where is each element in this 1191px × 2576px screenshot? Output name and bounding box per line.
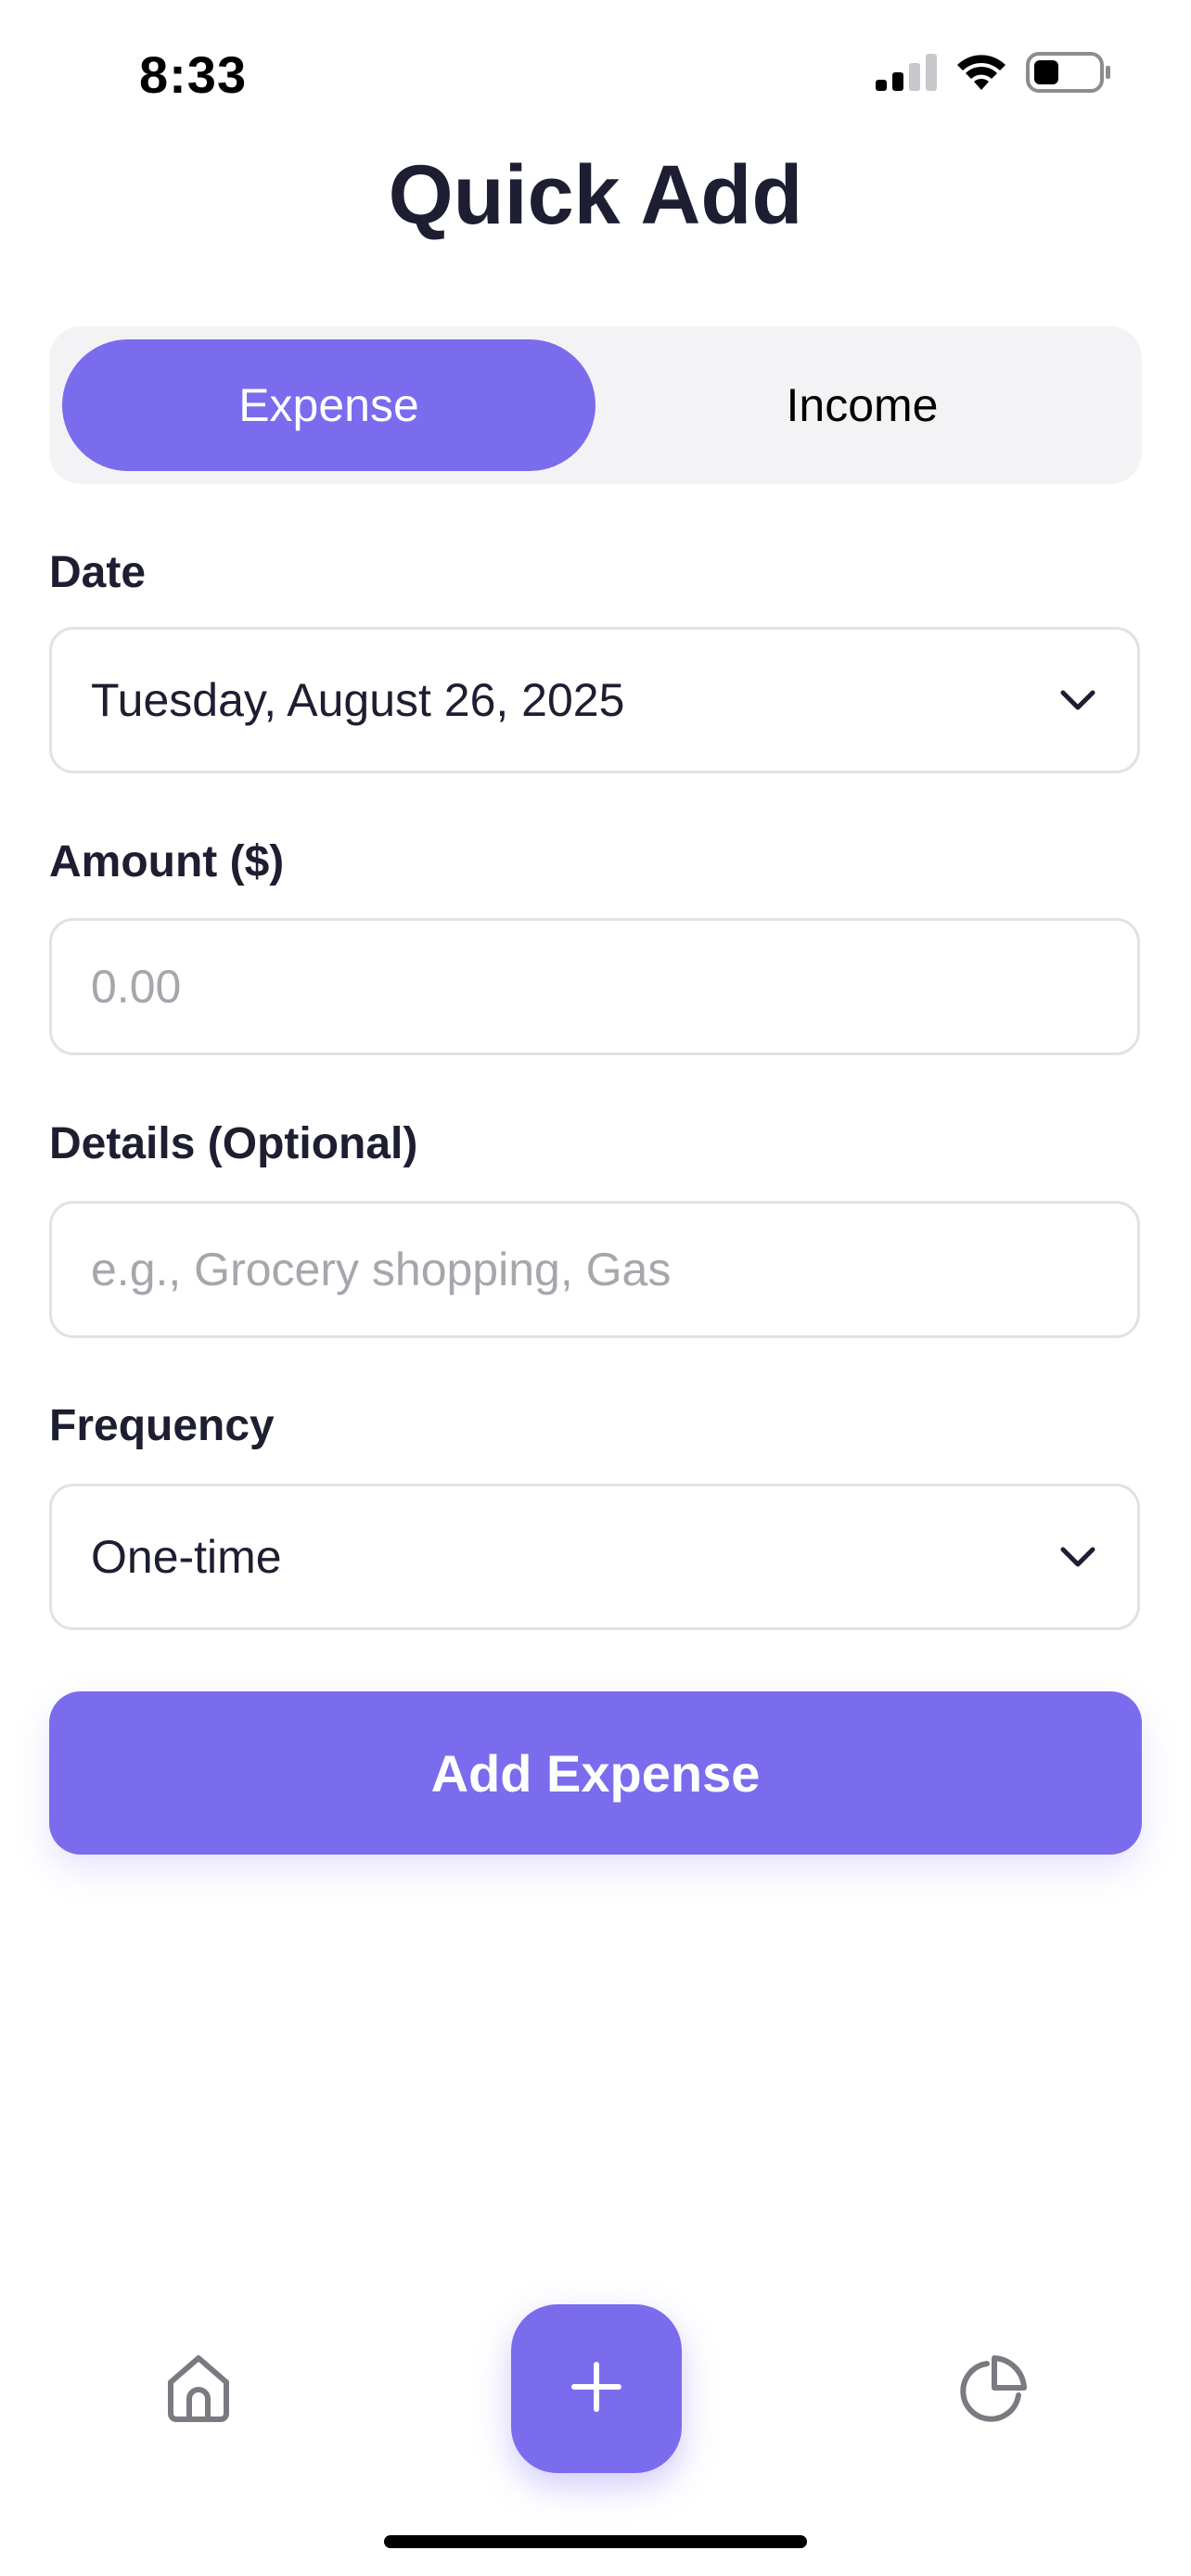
amount-placeholder: 0.00 [91,961,182,1013]
details-field[interactable]: e.g., Grocery shopping, Gas [49,1201,1140,1338]
amount-label: Amount ($) [49,837,285,886]
details-placeholder: e.g., Grocery shopping, Gas [91,1243,672,1295]
status-time: 8:33 [139,45,248,104]
segment-income[interactable]: Income [596,339,1129,471]
page-title: Quick Add [388,149,803,242]
plus-icon [569,2359,624,2419]
chevron-down-icon [1057,1537,1098,1577]
details-label: Details (Optional) [49,1119,418,1168]
type-segmented-control: Expense Income [49,326,1142,484]
status-icons [876,52,1111,97]
frequency-label: Frequency [49,1401,275,1450]
tab-reports[interactable] [955,2353,1030,2427]
frequency-select[interactable]: One-time [49,1484,1140,1630]
wifi-icon [955,53,1007,96]
frequency-value: One-time [91,1531,282,1583]
pie-chart-icon [955,2355,1030,2430]
amount-field[interactable]: 0.00 [49,918,1140,1055]
date-select[interactable]: Tuesday, August 26, 2025 [49,627,1140,773]
date-value: Tuesday, August 26, 2025 [91,674,625,726]
add-expense-button[interactable]: Add Expense [49,1691,1142,1855]
tab-add-button[interactable] [511,2304,682,2473]
chevron-down-icon [1057,680,1098,721]
cellular-signal-icon [876,54,937,96]
date-label: Date [49,548,147,597]
segment-expense[interactable]: Expense [62,339,596,471]
home-indicator [384,2535,807,2548]
home-icon [163,2355,234,2427]
battery-icon [1026,52,1111,97]
tab-home[interactable] [163,2353,234,2423]
